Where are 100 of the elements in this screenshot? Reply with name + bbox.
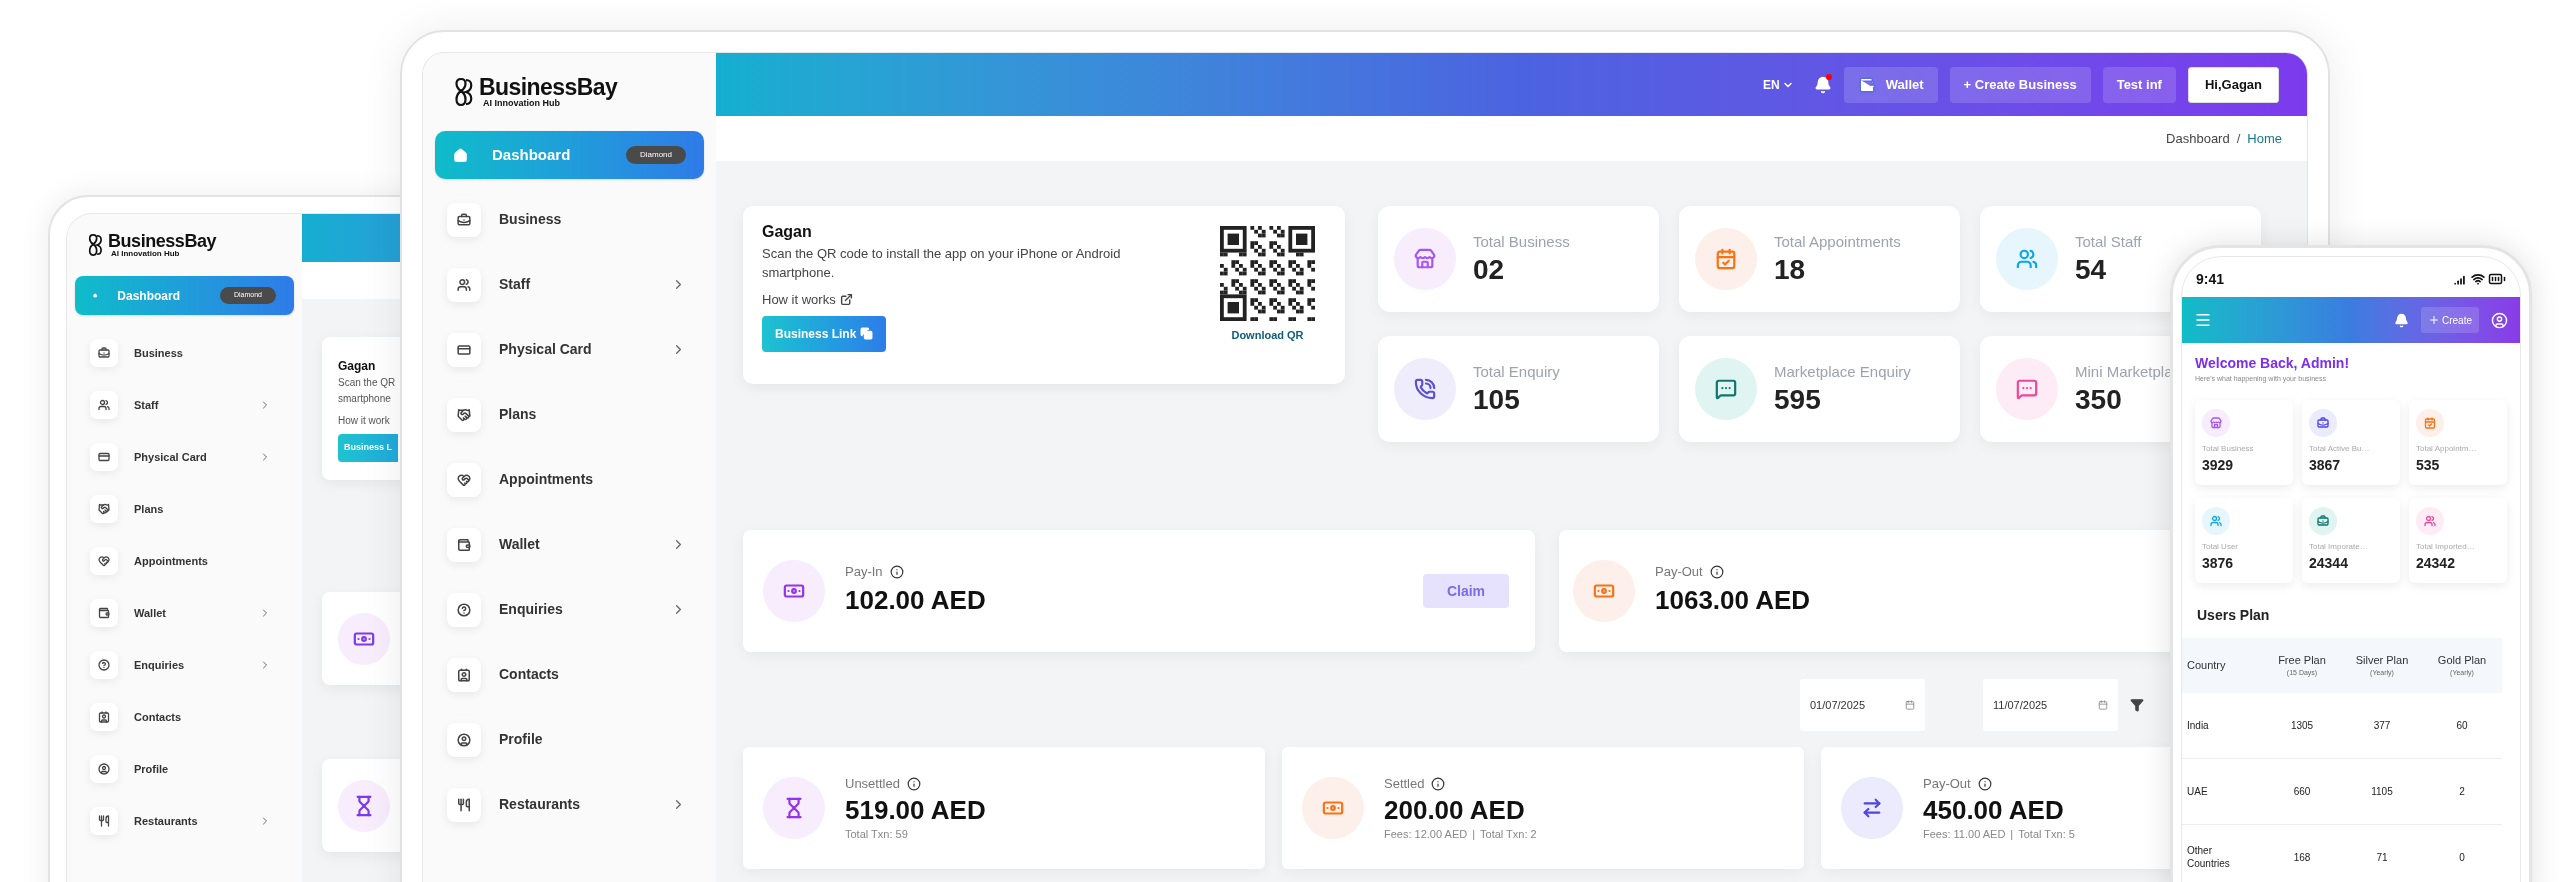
table-cell-text: 71	[2376, 850, 2388, 865]
stat-value: 24342	[2416, 553, 2456, 573]
nav-item[interactable]: Business	[435, 187, 704, 252]
stat-label: Total Enquiry	[1473, 361, 1560, 382]
create-button[interactable]: Create	[2421, 307, 2479, 333]
nav-item[interactable]: Appointments	[75, 535, 294, 587]
stat-value: 3929	[2202, 455, 2235, 475]
notification-button[interactable]	[1813, 75, 1832, 94]
nav-item[interactable]: Wallet	[75, 587, 294, 639]
briefcase-icon	[98, 347, 110, 359]
question-icon	[457, 602, 471, 617]
menu-icon[interactable]	[2194, 311, 2212, 329]
nav-item[interactable]: Restaurants	[75, 795, 294, 847]
how-it-works-link[interactable]: How it works	[762, 290, 853, 310]
nav-item[interactable]: Plans	[435, 382, 704, 447]
bell-icon[interactable]	[2394, 312, 2409, 328]
stat-label: Total User	[2202, 540, 2239, 553]
stat-value: 535	[2416, 455, 2441, 475]
logo-wordmark: BusinessBay	[479, 76, 618, 99]
nav-item[interactable]: Appointments	[435, 447, 704, 512]
people-icon	[2210, 514, 2222, 527]
pay-amount: 1063.00 AED	[1655, 584, 1811, 618]
info-icon	[906, 776, 921, 791]
table-cell-text: 377	[2373, 718, 2391, 733]
header-button[interactable]: Hi,Gagan	[2187, 66, 2279, 103]
table-cell-text: 2	[2459, 784, 2465, 799]
table-cell-text: 1105	[2371, 784, 2393, 799]
header-button[interactable]: Wallet	[1843, 66, 1938, 103]
stat-value: 54	[2075, 253, 2108, 288]
card-icon	[98, 451, 110, 463]
qr-description: Scan the QR code to install the app on your iPhone or Android smartphone.	[762, 245, 1122, 282]
breadcrumb-link[interactable]: Dashboard	[2166, 128, 2230, 149]
table-cell-text: India	[2187, 718, 2210, 732]
card-icon	[457, 342, 471, 357]
nav-item[interactable]: Plans	[75, 483, 294, 535]
user-icon[interactable]	[2491, 311, 2508, 329]
summary-amount: 200.00 AED	[1384, 793, 1526, 826]
nav-item[interactable]: Dashboard Diamond	[435, 131, 704, 179]
nav-item[interactable]: Profile	[435, 707, 704, 772]
summary-label: Settled	[1384, 775, 1425, 793]
column-title: Free Plan	[2278, 652, 2326, 668]
phone-icon	[1414, 378, 1436, 400]
summary-amount: 519.00 AED	[845, 793, 986, 826]
summary-amount: 450.00 AED	[1923, 793, 2065, 826]
detail-separator: |	[1472, 826, 1476, 842]
logo-tagline: AI Innovation Hub	[111, 250, 180, 258]
stat-value: 3876	[2202, 553, 2235, 573]
section-title: Users Plan	[2197, 605, 2271, 625]
table-cell-text: UAE	[2187, 784, 2209, 798]
date-field[interactable]: 11/07/2025	[1983, 679, 2118, 731]
language-selector[interactable]: EN	[1763, 75, 1794, 94]
header-button[interactable]: Test inf	[2102, 66, 2176, 103]
detail-separator: |	[2010, 826, 2014, 842]
nav-item[interactable]: Staff	[75, 379, 294, 431]
calendar-icon	[2424, 416, 2436, 429]
nav-item[interactable]: Staff	[435, 252, 704, 317]
nav-item[interactable]: Wallet	[435, 512, 704, 577]
stat-label: Marketplace Enquiry	[1774, 361, 1911, 382]
stat-label: Total Staff	[2075, 231, 2142, 252]
store-icon	[1414, 248, 1436, 270]
how-it-works-link[interactable]: How it work	[338, 413, 390, 428]
download-qr-link[interactable]: Download QR	[1231, 327, 1304, 344]
store-icon	[2210, 416, 2222, 429]
column-title: Country	[2187, 657, 2227, 673]
user-name: Gagan	[338, 358, 376, 375]
nav-item[interactable]: Contacts	[435, 642, 704, 707]
nav-item[interactable]: Business	[75, 327, 294, 379]
wallet-icon	[457, 537, 471, 552]
stat-value: 595	[1774, 383, 1822, 418]
table-cell-text: 60	[2456, 718, 2468, 733]
cutlery-icon	[457, 797, 471, 812]
people-icon	[2016, 248, 2038, 270]
exchange-icon	[1861, 797, 1883, 819]
header-button[interactable]: + Create Business	[1949, 66, 2091, 103]
column-title: Gold Plan	[2437, 652, 2487, 668]
people-icon	[2424, 514, 2436, 527]
plan-badge: Diamond	[626, 146, 686, 164]
nav-item[interactable]: Restaurants	[435, 772, 704, 837]
description-line: smartphone	[338, 392, 391, 406]
contact-card-icon	[98, 711, 110, 723]
nav-item[interactable]: Physical Card	[435, 317, 704, 382]
nav-item[interactable]: Enquiries	[435, 577, 704, 642]
handshake-icon	[98, 555, 110, 567]
stat-value: 3867	[2309, 455, 2342, 475]
nav-item[interactable]: Contacts	[75, 691, 294, 743]
table-cell-text: Other Countries	[2187, 844, 2231, 870]
date-field[interactable]: 01/07/2025	[1800, 679, 1925, 731]
copy-icon	[860, 327, 874, 340]
stat-label: Total Imported…	[2416, 540, 2476, 553]
breadcrumb-link[interactable]: Home	[2247, 128, 2282, 149]
summary-detail: Total Txn: 2	[1480, 826, 1537, 842]
logo-icon	[453, 77, 475, 107]
briefcase-icon	[457, 212, 471, 227]
column-title: Silver Plan	[2355, 652, 2409, 668]
nav-item[interactable]: Profile	[75, 743, 294, 795]
summary-detail: Total Txn: 5	[2018, 826, 2075, 842]
handshake-icon	[457, 407, 471, 422]
nav-item[interactable]: Enquiries	[75, 639, 294, 691]
nav-item[interactable]: Physical Card	[75, 431, 294, 483]
filter-icon[interactable]	[2130, 698, 2144, 712]
